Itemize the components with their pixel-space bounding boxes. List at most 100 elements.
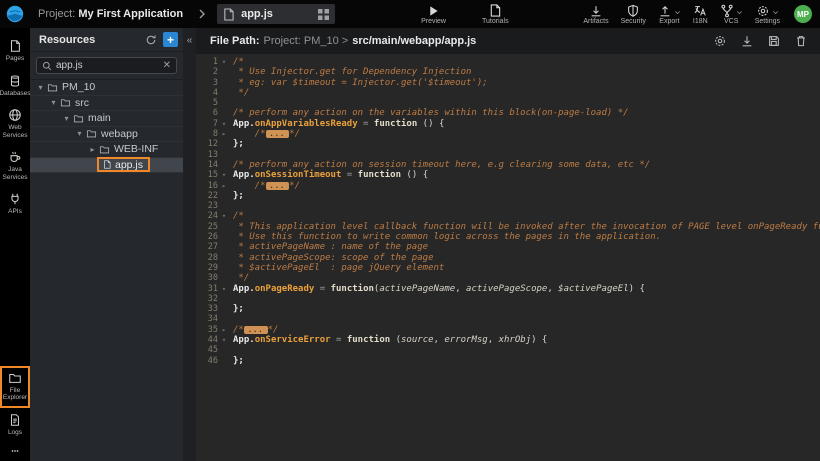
code-line-4[interactable]: 4 */ — [196, 88, 820, 98]
code-line-30[interactable]: 30 */ — [196, 273, 820, 283]
save-button[interactable] — [767, 34, 781, 48]
code-line-22[interactable]: 22}; — [196, 191, 820, 201]
code-line-45[interactable]: 45 — [196, 345, 820, 355]
code-line-25[interactable]: 25 * This application level callback fun… — [196, 222, 820, 232]
caret-right-icon[interactable]: ▸ — [88, 145, 97, 154]
code-line-23[interactable]: 23 — [196, 201, 820, 211]
code-line-15[interactable]: 15▾App.onSessionTimeout = function () { — [196, 170, 820, 180]
code-line-44[interactable]: 44▾App.onServiceError = function (source… — [196, 335, 820, 345]
resource-search-input[interactable]: app.js ✕ — [36, 57, 177, 74]
fold-closed-icon[interactable]: ▸ — [218, 325, 230, 335]
tree-row-pm_10[interactable]: ▾PM_10 — [30, 80, 183, 96]
fold-closed-icon[interactable]: ▸ — [218, 181, 230, 191]
fold-open-icon[interactable]: ▾ — [218, 170, 230, 180]
tree-row-webapp[interactable]: ▾webapp — [30, 127, 183, 143]
code-token: onAppVariablesReady — [255, 119, 358, 129]
preview-label: Preview — [421, 18, 446, 25]
sidebar-item-web-services[interactable]: Web Services — [0, 103, 30, 145]
code-line-12[interactable]: 12}; — [196, 139, 820, 149]
caret-down-icon[interactable]: ▾ — [75, 129, 84, 138]
tutorials-label: Tutorials — [482, 18, 509, 25]
code-line-31[interactable]: 31▾App.onPageReady = function(activePage… — [196, 284, 820, 294]
i18n-button[interactable]: I18N — [693, 3, 708, 25]
panel-divider[interactable]: « — [183, 28, 196, 461]
code-line-27[interactable]: 27 * activePageName : name of the page — [196, 242, 820, 252]
vcs-button[interactable]: VCS — [720, 3, 743, 25]
tree-row-main[interactable]: ▾main — [30, 111, 183, 127]
code-editor[interactable]: 1▾/*2 * Use Injector.get for Dependency … — [196, 54, 820, 461]
code-line-46[interactable]: 46}; — [196, 356, 820, 366]
code-line-32[interactable]: 32 — [196, 294, 820, 304]
fold-open-icon[interactable]: ▾ — [218, 57, 230, 67]
code-line-7[interactable]: 7▾App.onAppVariablesReady = function () … — [196, 119, 820, 129]
code-line-29[interactable]: 29 * $activePageEl : page jQuery element — [196, 263, 820, 273]
line-number: 4 — [196, 88, 218, 98]
sidebar-item-file-explorer[interactable]: File Explorer — [0, 366, 30, 408]
fold-open-icon[interactable]: ▾ — [218, 119, 230, 129]
code-line-24[interactable]: 24▾/* — [196, 211, 820, 221]
tree-row-src[interactable]: ▾src — [30, 96, 183, 112]
code-line-35[interactable]: 35▸/*...*/ — [196, 325, 820, 335]
code-line-6[interactable]: 6/* perform any action on the variables … — [196, 108, 820, 118]
sidebar-item-label: Pages — [6, 55, 24, 63]
code-line-14[interactable]: 14/* perform any action on session timeo… — [196, 160, 820, 170]
code-text: /*...*/ — [233, 129, 300, 139]
app-logo[interactable] — [0, 5, 30, 23]
code-token: , — [455, 284, 466, 294]
fold-closed-icon[interactable]: ▸ — [218, 129, 230, 139]
sidebar-item-databases[interactable]: Databases — [0, 69, 30, 104]
code-line-16[interactable]: 16▸ /*...*/ — [196, 181, 820, 191]
code-line-26[interactable]: 26 * Use this function to write common l… — [196, 232, 820, 242]
artifacts-button[interactable]: Artifacts — [583, 3, 608, 25]
fold-open-icon[interactable]: ▾ — [218, 284, 230, 294]
caret-down-icon[interactable]: ▾ — [49, 98, 58, 107]
tutorials-button[interactable]: Tutorials — [482, 3, 509, 25]
refresh-icon[interactable] — [145, 34, 157, 46]
wavemaker-logo-icon — [6, 5, 24, 23]
folder-icon — [86, 128, 97, 139]
download-button[interactable] — [740, 34, 754, 48]
folded-code-placeholder[interactable]: ... — [266, 130, 290, 138]
code-line-1[interactable]: 1▾/* — [196, 57, 820, 67]
fold-open-icon[interactable]: ▾ — [218, 335, 230, 345]
project-name[interactable]: My First Application — [78, 8, 183, 20]
code-line-2[interactable]: 2 * Use Injector.get for Dependency Inje… — [196, 67, 820, 77]
tab-app-js[interactable]: app.js — [217, 4, 335, 24]
code-line-28[interactable]: 28 * activePageScope: scope of the page — [196, 253, 820, 263]
sidebar-item-more[interactable] — [0, 442, 30, 461]
sidebar-item-label: APIs — [8, 208, 22, 216]
security-button[interactable]: Security — [621, 3, 646, 25]
code-line-34[interactable]: 34 — [196, 314, 820, 324]
sidebar-item-logs[interactable]: Logs — [0, 408, 30, 443]
delete-button[interactable] — [794, 34, 808, 48]
settings-button[interactable] — [713, 34, 727, 48]
sidebar-item-apis[interactable]: APIs — [0, 187, 30, 222]
code-token: * activePageScope: scope of the page — [233, 253, 433, 263]
preview-button[interactable]: Preview — [421, 3, 446, 25]
tree-row-web-inf[interactable]: ▸WEB-INF — [30, 142, 183, 158]
tree-row-app.js[interactable]: app.js — [30, 158, 183, 174]
clear-search-icon[interactable]: ✕ — [163, 60, 171, 71]
export-button[interactable]: Export — [658, 3, 681, 25]
code-token: */ — [289, 181, 300, 191]
settings-button[interactable]: Settings — [755, 3, 780, 25]
code-line-13[interactable]: 13 — [196, 150, 820, 160]
code-line-33[interactable]: 33}; — [196, 304, 820, 314]
avatar[interactable]: MP — [794, 5, 812, 23]
folded-code-placeholder[interactable]: ... — [244, 326, 268, 334]
code-line-8[interactable]: 8▸ /*...*/ — [196, 129, 820, 139]
code-line-3[interactable]: 3 * eg: var $timeout = Injector.get('$ti… — [196, 78, 820, 88]
code-token: */ — [233, 88, 249, 98]
collapse-panel-icon[interactable]: « — [187, 36, 193, 46]
sidebar-item-java-services[interactable]: Java Services — [0, 145, 30, 187]
folded-code-placeholder[interactable]: ... — [266, 182, 290, 190]
grid-icon[interactable] — [318, 9, 329, 20]
line-number: 5 — [196, 98, 218, 108]
code-line-5[interactable]: 5 — [196, 98, 820, 108]
caret-down-icon[interactable]: ▾ — [36, 83, 45, 92]
fold-open-icon[interactable]: ▾ — [218, 211, 230, 221]
add-resource-button[interactable]: + — [163, 32, 178, 47]
caret-down-icon[interactable]: ▾ — [62, 114, 71, 123]
code-token: }; — [233, 191, 244, 201]
sidebar-item-pages[interactable]: Pages — [0, 34, 30, 69]
